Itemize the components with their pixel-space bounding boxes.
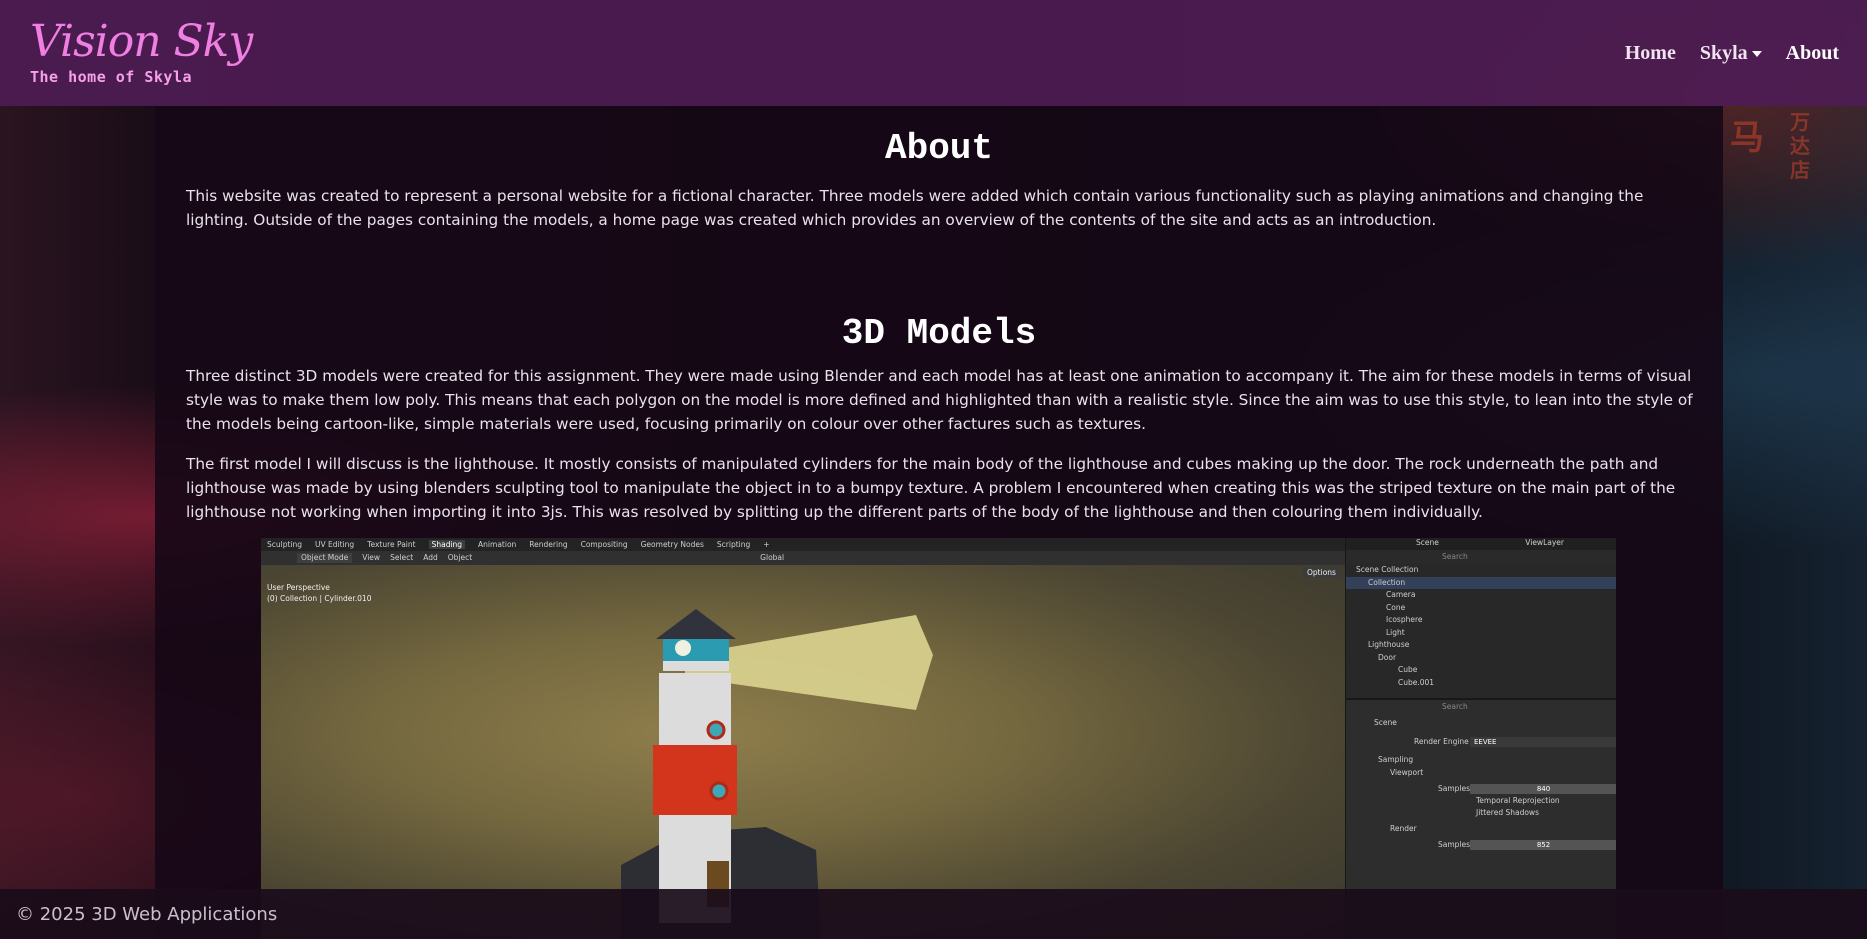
background-sign: 马: [1730, 118, 1764, 158]
models-paragraph-1: Three distinct 3D models were created fo…: [186, 367, 1693, 433]
workspace-tab: UV Editing: [315, 540, 355, 549]
outliner-item: Camera: [1386, 590, 1416, 599]
samples-label: Samples: [1438, 840, 1471, 849]
about-heading: About: [884, 128, 994, 169]
workspace-tab: +: [763, 540, 770, 549]
mode-select: Object Mode: [297, 553, 353, 563]
jittered-shadows-checkbox: Jittered Shadows: [1476, 808, 1539, 817]
properties-scene-label: Scene: [1374, 718, 1397, 727]
brand-subtitle: The home of Skyla: [30, 68, 193, 86]
outliner-item: Lighthouse: [1368, 640, 1410, 649]
brand-logo[interactable]: Vision Sky The home of Skyla: [30, 16, 253, 87]
about-paragraph: This website was created to represent a …: [186, 187, 1644, 229]
outliner-item: Light: [1386, 627, 1405, 637]
select-menu: Select: [390, 553, 414, 562]
nav-skyla-label: Skyla: [1699, 41, 1748, 64]
caret-down-icon: [1751, 50, 1762, 57]
workspace-tab: Texture Paint: [367, 540, 416, 549]
properties-search: Search: [1442, 702, 1468, 711]
render-samples-field: 852: [1470, 840, 1616, 850]
site-header: Vision Sky The home of Skyla Home Skyla …: [0, 0, 1867, 106]
workspace-tab: Animation: [478, 540, 517, 549]
render-engine-field: EEVEE: [1470, 737, 1616, 747]
brand-title: Vision Sky: [30, 16, 253, 67]
transform-orientation: Global: [760, 553, 785, 562]
background-sign: 万达店: [1790, 110, 1810, 182]
object-menu: Object: [447, 553, 473, 562]
viewlayer-selector: ViewLayer: [1525, 538, 1564, 547]
workspace-tab-active: Shading: [428, 540, 466, 549]
lighthouse-render: [621, 609, 933, 939]
outliner-search: Search: [1346, 550, 1616, 564]
site-footer: © 2025 3D Web Applications: [0, 889, 1867, 939]
render-engine-label: Render Engine: [1414, 737, 1469, 746]
nav-home-link[interactable]: Home: [1625, 42, 1676, 65]
sampling-section: Sampling: [1378, 755, 1414, 764]
add-menu: Add: [423, 553, 438, 562]
outliner-item: Cube: [1398, 665, 1418, 674]
outliner-item: Scene Collection: [1356, 565, 1419, 574]
workspace-tabs: Sculpting UV Editing Texture Paint Shadi…: [261, 538, 1345, 551]
main-nav: Home Skyla About: [1625, 42, 1839, 65]
samples-label: Samples: [1438, 784, 1471, 793]
outliner-panel: Scene ViewLayer Search Scene Collection …: [1345, 538, 1616, 698]
workspace-tab: Scripting: [716, 540, 751, 549]
temporal-reprojection-checkbox: Temporal Reprojection: [1476, 796, 1560, 805]
outliner-item: Icosphere: [1386, 615, 1423, 624]
view-menu: View: [362, 553, 381, 562]
workspace-tab: Compositing: [580, 540, 628, 549]
workspace-tab: Geometry Nodes: [640, 540, 704, 549]
3d-viewport: User Perspective (0) Collection | Cylind…: [261, 565, 1345, 939]
render-subsection: Render: [1390, 824, 1417, 833]
blender-screenshot: Sculpting UV Editing Texture Paint Shadi…: [261, 538, 1616, 939]
nav-skyla-dropdown[interactable]: Skyla: [1700, 42, 1762, 65]
outliner-item: Cube.001: [1398, 677, 1435, 687]
models-paragraph-2: The first model I will discuss is the li…: [186, 455, 1676, 521]
workspace-tab: Rendering: [529, 540, 568, 549]
scene-selector: Scene: [1416, 538, 1439, 547]
nav-about-link[interactable]: About: [1786, 42, 1839, 65]
viewport-samples-field: 840: [1470, 784, 1616, 794]
viewport-header: Object Mode View Select Add Object Globa…: [261, 551, 1345, 565]
models-heading: 3D Models: [841, 313, 1037, 354]
footer-copyright: © 2025 3D Web Applications: [16, 903, 278, 925]
workspace-tab: Sculpting: [267, 540, 303, 549]
outliner-item: Collection: [1346, 576, 1616, 589]
outliner-item: Cone: [1386, 602, 1406, 612]
viewport-subsection: Viewport: [1390, 768, 1424, 777]
outliner-item: Door: [1378, 652, 1397, 662]
